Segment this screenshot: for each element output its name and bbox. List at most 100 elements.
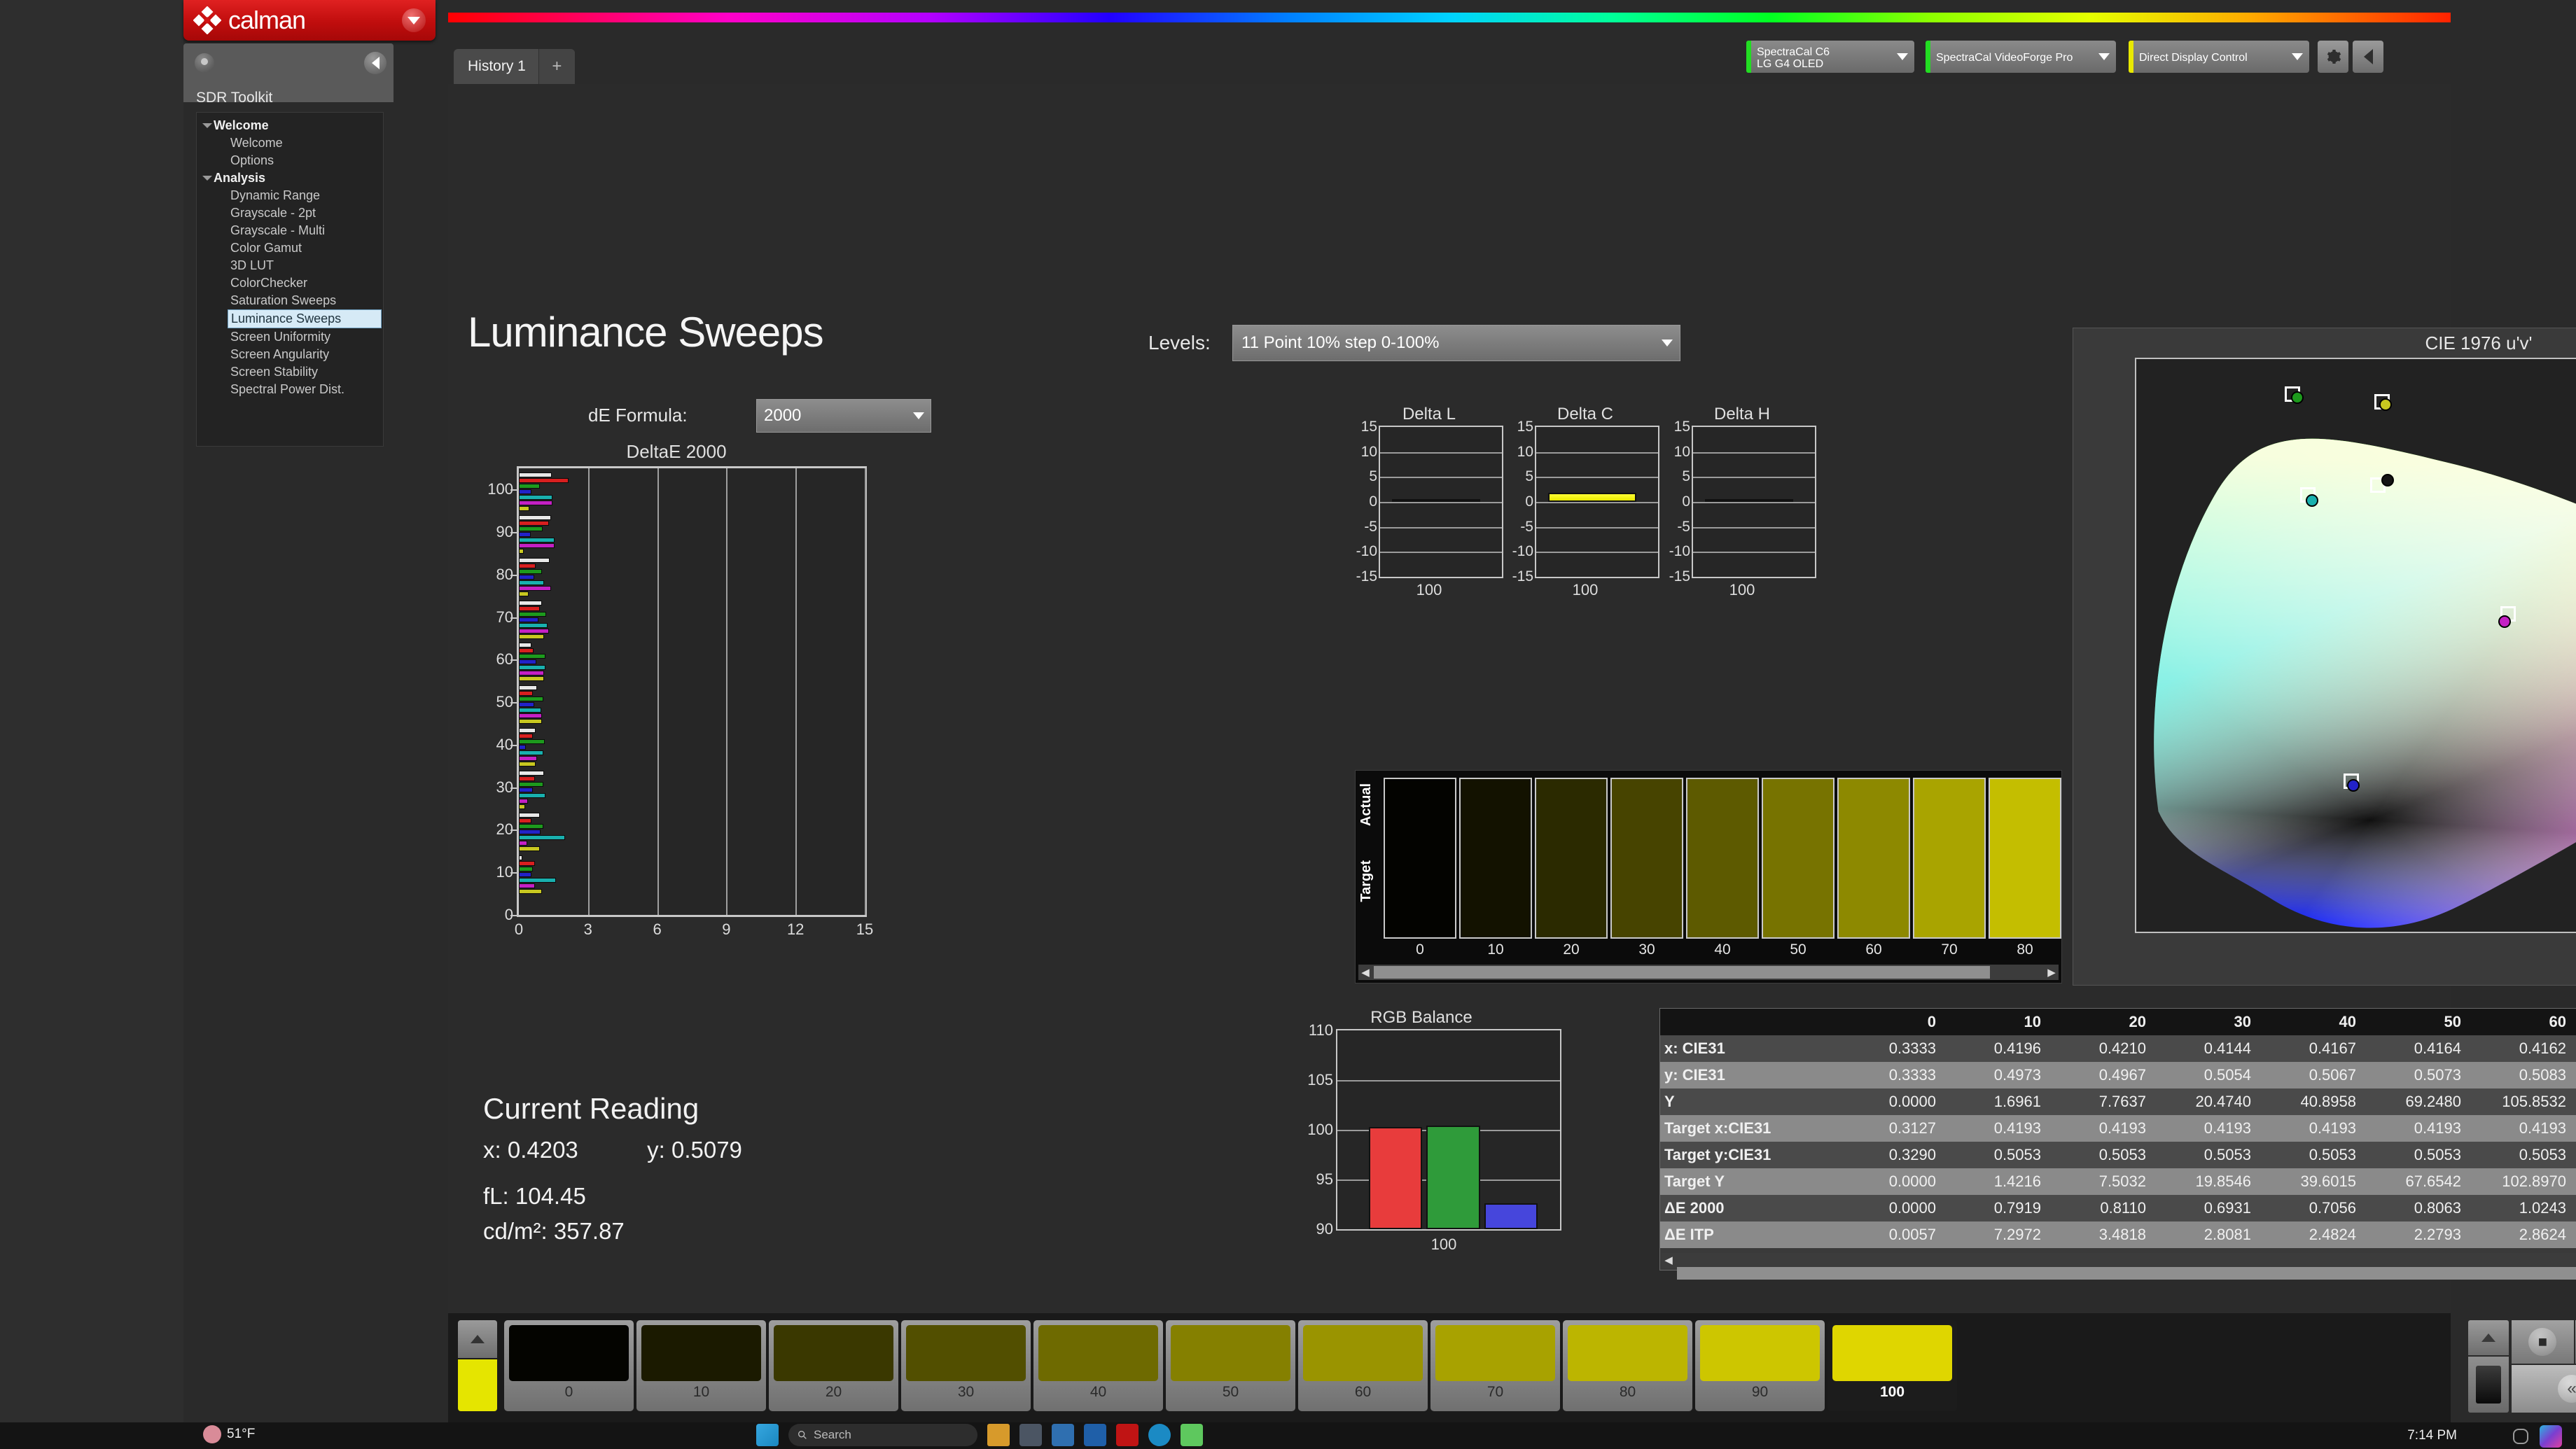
widgets-icon[interactable] [1019, 1424, 1042, 1446]
weather-icon [203, 1425, 221, 1443]
table-cell: 0.5083 [2465, 1062, 2570, 1088]
tab-history-1[interactable]: History 1 + [454, 49, 575, 84]
pattern-swatch-50[interactable]: 50 [1166, 1320, 1295, 1411]
stop-button[interactable]: ■ [2512, 1320, 2574, 1364]
y-tick-label: 105 [1307, 1071, 1333, 1088]
table-scroll-left-icon[interactable]: ◀ [1662, 1253, 1676, 1267]
calman-menu-dropdown-icon[interactable] [402, 8, 426, 32]
table-cell: 0.4973 [1940, 1062, 2045, 1088]
source-dropdown-icon[interactable] [2092, 41, 2116, 73]
reading-cdm2: cd/m²: 357.87 [483, 1218, 625, 1244]
cie-measured-white [2381, 474, 2395, 487]
sidebar-item-spectral-power-dist-[interactable]: Spectral Power Dist. [197, 381, 383, 398]
table-row-label: Target y:CIE31 [1660, 1142, 1835, 1168]
strip-tick: 20 [1563, 941, 1580, 958]
pattern-swatch-40[interactable]: 40 [1033, 1320, 1163, 1411]
pattern-swatch-100[interactable]: 100 [1827, 1320, 1957, 1411]
table-horizontal-scrollbar[interactable]: ◀ ▶ [1662, 1253, 2576, 1280]
sidebar-item-color-gamut[interactable]: Color Gamut [197, 239, 383, 257]
calman-logo-bar[interactable]: calman [183, 0, 436, 41]
device-selector-meter[interactable]: SpectraCal C6 LG G4 OLED [1746, 41, 1914, 73]
strip-swatch [1913, 778, 1986, 939]
sidebar-item-welcome[interactable]: Welcome [197, 134, 383, 152]
device-selector-pattern-source[interactable]: SpectraCal VideoForge Pro [1926, 41, 2116, 73]
y-tick-label: -5 [1364, 518, 1377, 535]
add-tab-button[interactable]: + [538, 49, 575, 84]
de-formula-value: 2000 [764, 406, 802, 425]
y-tick-label: 5 [1525, 468, 1533, 485]
strip-swatch [1610, 778, 1683, 939]
sidebar-item-dynamic-range[interactable]: Dynamic Range [197, 187, 383, 204]
table-column-header: 60 [2465, 1009, 2570, 1035]
table-row: Target Y 0.0000 1.4216 7.5032 19.8546 39.6015… [1660, 1168, 2576, 1195]
sidebar-item-grayscale-2pt[interactable]: Grayscale - 2pt [197, 204, 383, 222]
table-scroll-thumb[interactable] [1677, 1267, 2576, 1280]
pattern-swatch-20[interactable]: 20 [769, 1320, 898, 1411]
tick-mark [510, 617, 519, 619]
scroll-right-icon[interactable]: ▶ [2045, 965, 2059, 979]
sidebar-item-saturation-sweeps[interactable]: Saturation Sweeps [197, 292, 383, 309]
sidebar-item-grayscale-multi[interactable]: Grayscale - Multi [197, 222, 383, 239]
start-windows-icon[interactable] [756, 1424, 779, 1446]
table-cell: 2.2793 [2360, 1222, 2465, 1248]
scroll-left-icon[interactable]: ◀ [1358, 965, 1372, 979]
levels-label: Levels: [1148, 332, 1211, 354]
strip-swatch [1686, 778, 1759, 939]
x-tick-label: 12 [786, 920, 805, 938]
chevron-down-icon[interactable] [1655, 340, 1680, 346]
table-row: Target y:CIE31 0.3290 0.5053 0.5053 0.5053 0.… [1660, 1142, 2576, 1168]
source-name: SpectraCal VideoForge Pro [1936, 52, 2073, 64]
table-cell: 7.5032 [2045, 1168, 2150, 1195]
meter-dropdown-icon[interactable] [1891, 41, 1914, 73]
sidebar-item-colorchecker[interactable]: ColorChecker [197, 274, 383, 292]
pattern-expand-icon[interactable] [458, 1320, 497, 1358]
meter-expand-icon[interactable] [2468, 1320, 2509, 1355]
notifications-icon[interactable] [2513, 1429, 2528, 1444]
edge-icon[interactable] [1148, 1424, 1171, 1446]
delta-l-chart: Delta L 15 10 5 0 -5 -10 -15 100 [1355, 405, 1503, 598]
table-cell: 0.8110 [2045, 1195, 2150, 1222]
back-button[interactable]: « Back [2512, 1365, 2576, 1413]
table-column-header: 30 [2150, 1009, 2255, 1035]
gridline [795, 468, 798, 915]
copilot-icon[interactable] [2540, 1425, 2562, 1448]
pattern-swatch-30[interactable]: 30 [901, 1320, 1031, 1411]
taskbar-search-box[interactable]: Search [788, 1424, 977, 1446]
pattern-swatch-70[interactable]: 70 [1430, 1320, 1560, 1411]
pattern-chip [1568, 1325, 1687, 1381]
calman-taskbar-icon[interactable] [1116, 1424, 1139, 1446]
sidebar-item-screen-angularity[interactable]: Screen Angularity [197, 346, 383, 363]
pattern-swatch-60[interactable]: 60 [1298, 1320, 1428, 1411]
table-cell: 0.5053 [2150, 1142, 2255, 1168]
sidebar-item-screen-stability[interactable]: Screen Stability [197, 363, 383, 381]
settings-gear-icon[interactable] [2318, 41, 2348, 73]
store-icon[interactable] [1052, 1424, 1074, 1446]
deltae-bar [519, 532, 531, 538]
strip-horizontal-scrollbar[interactable]: ◀ ▶ [1358, 965, 2059, 980]
sidebar-collapse-icon[interactable] [364, 52, 387, 74]
deltae-bar [519, 591, 529, 596]
paint-icon[interactable] [1181, 1424, 1203, 1446]
ddc-dropdown-icon[interactable] [2285, 41, 2309, 73]
pattern-swatch-80[interactable]: 80 [1563, 1320, 1692, 1411]
de-formula-select[interactable]: 2000 [756, 399, 931, 433]
sidebar-item-screen-uniformity[interactable]: Screen Uniformity [197, 328, 383, 346]
taskbar-weather-widget[interactable]: 51°F [203, 1425, 255, 1443]
sidebar-item-3d-lut[interactable]: 3D LUT [197, 257, 383, 274]
sidebar-item-options[interactable]: Options [197, 152, 383, 169]
pattern-swatch-10[interactable]: 10 [636, 1320, 766, 1411]
pattern-swatch-90[interactable]: 90 [1695, 1320, 1825, 1411]
file-explorer-icon[interactable] [987, 1424, 1010, 1446]
sidebar-item-luminance-sweeps[interactable]: Luminance Sweeps [228, 309, 382, 328]
deltae-bar [519, 515, 552, 521]
chevron-down-icon[interactable] [907, 412, 931, 419]
sidebar-group-analysis[interactable]: Analysis [197, 169, 383, 187]
device-selector-display-control[interactable]: Direct Display Control [2129, 41, 2309, 73]
scroll-thumb[interactable] [1374, 966, 1990, 979]
sidebar-group-welcome[interactable]: Welcome [197, 117, 383, 134]
levels-select[interactable]: 11 Point 10% step 0-100% [1232, 325, 1680, 361]
cie-1976-chart: CIE 1976 u'v' 00.050.10.150.20.250.30.35… [2073, 328, 2576, 986]
mail-icon[interactable] [1084, 1424, 1106, 1446]
navigate-back-icon[interactable] [2353, 41, 2383, 73]
pattern-swatch-0[interactable]: 0 [504, 1320, 634, 1411]
